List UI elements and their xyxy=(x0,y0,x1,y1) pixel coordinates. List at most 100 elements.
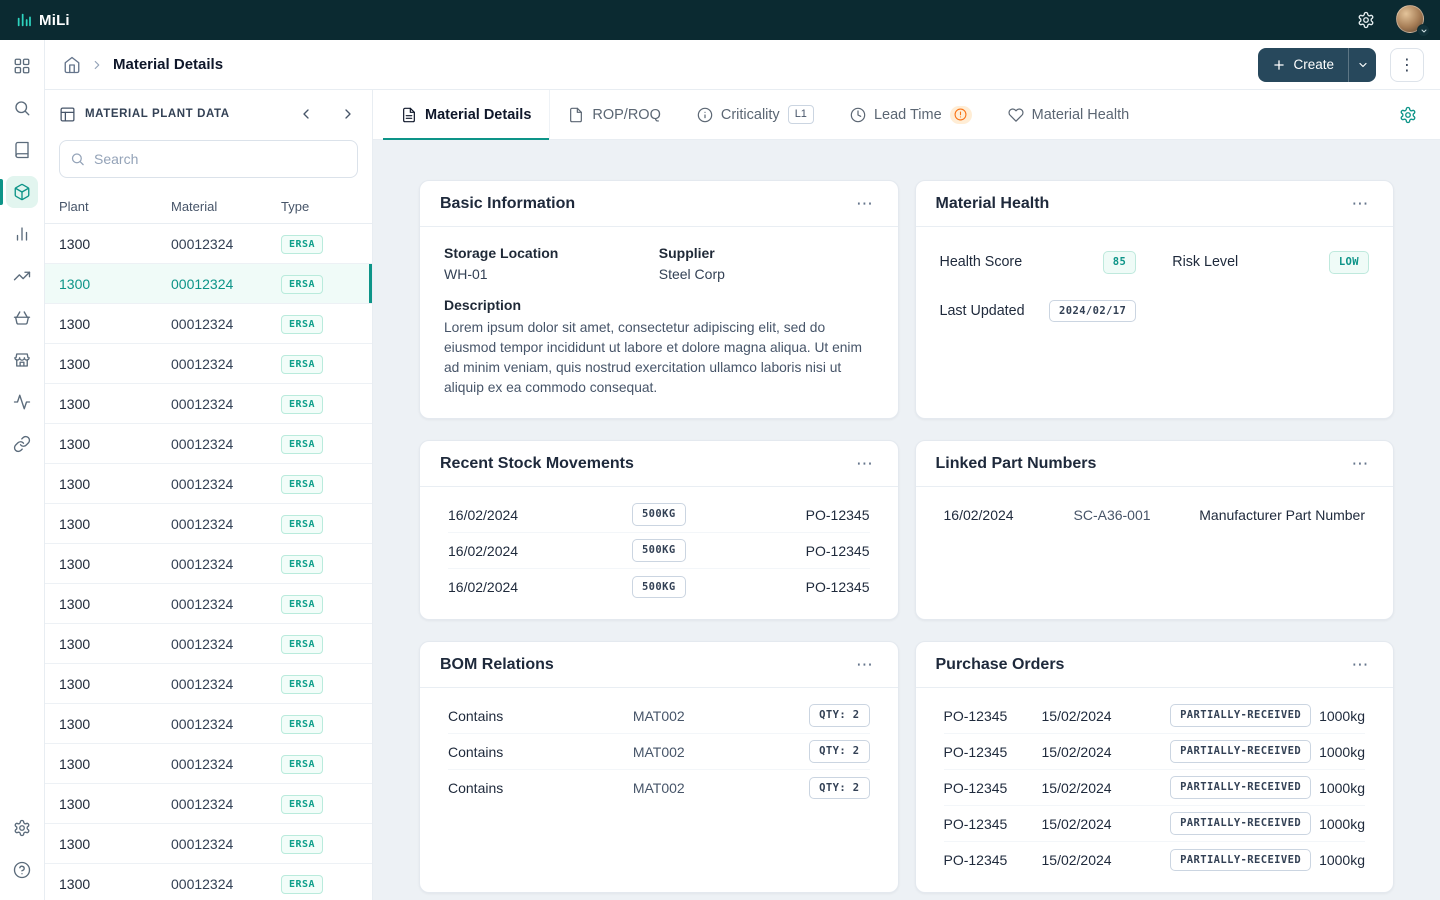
purchase-order-row[interactable]: PO-12345 15/02/2024 PARTIALLY-RECEIVED 1… xyxy=(943,698,1365,734)
bom-relations-list: Contains MAT002 QTY: 2 Contains MAT002 Q… xyxy=(420,688,898,820)
book-icon xyxy=(6,134,38,166)
table-row[interactable]: 1300 00012324 ERSA xyxy=(45,464,372,504)
card-material-health: Material Health ⋯ Health Score 85 Risk L… xyxy=(914,180,1394,419)
type-badge: ERSA xyxy=(281,474,324,494)
stat-label: Risk Level xyxy=(1172,254,1239,271)
bom-relation-type: Contains xyxy=(448,743,504,760)
tab-material-details[interactable]: Material Details xyxy=(383,90,551,140)
rail-item-help[interactable] xyxy=(0,850,44,890)
plant-cell: 1300 xyxy=(59,395,91,412)
table-row[interactable]: 1300 00012324 ERSA xyxy=(45,304,372,344)
bom-relation-row[interactable]: Contains MAT002 QTY: 2 xyxy=(448,698,870,734)
table-row[interactable]: 1300 00012324 ERSA xyxy=(45,544,372,584)
card-menu-button[interactable]: ⋯ xyxy=(1347,451,1373,477)
table-row[interactable]: 1300 00012324 ERSA xyxy=(45,864,372,900)
table-row[interactable]: 1300 00012324 ERSA xyxy=(45,704,372,744)
bom-relation-row[interactable]: Contains MAT002 QTY: 2 xyxy=(448,734,870,770)
stock-movement-row[interactable]: 16/02/2024 500KG PO-12345 xyxy=(448,569,870,605)
stat-label: Health Score xyxy=(939,254,1023,271)
table-row[interactable]: 1300 00012324 ERSA xyxy=(45,504,372,544)
linked-part-row[interactable]: 16/02/2024 SC-A36-001 Manufacturer Part … xyxy=(944,497,1366,533)
table-row[interactable]: 1300 00012324 ERSA xyxy=(45,424,372,464)
rail-item-catalog[interactable] xyxy=(0,130,44,170)
table-row[interactable]: 1300 00012324 ERSA xyxy=(45,344,372,384)
field-label: Supplier xyxy=(658,245,715,261)
create-button[interactable]: Create xyxy=(1258,48,1348,82)
rail-item-analytics[interactable] xyxy=(0,214,44,254)
cards-scroll-area[interactable]: Basic Information ⋯ Storage Location WH-… xyxy=(373,140,1440,900)
rail-item-materials[interactable] xyxy=(0,172,44,212)
plant-cell: 1300 xyxy=(59,515,91,532)
stat-value-badge: LOW xyxy=(1328,251,1369,274)
settings-gear-button[interactable] xyxy=(1352,6,1380,34)
po-status-badge: PARTIALLY-RECEIVED xyxy=(1170,848,1312,872)
card-title: Recent Stock Movements xyxy=(440,454,634,472)
rail-item-search[interactable] xyxy=(0,88,44,128)
material-cell: 00012324 xyxy=(171,635,234,652)
tab-lead-time[interactable]: Lead Time xyxy=(832,90,990,139)
create-dropdown-button[interactable] xyxy=(1348,47,1376,82)
table-row[interactable]: 1300 00012324 ERSA xyxy=(45,224,372,264)
material-cell: 00012324 xyxy=(171,675,234,692)
card-menu-button[interactable]: ⋯ xyxy=(852,191,878,217)
column-header-type: Type xyxy=(281,199,310,214)
panel-title: MATERIAL PLANT DATA xyxy=(85,108,230,120)
stock-movements-list: 16/02/2024 500KG PO-12345 16/02/2024 500… xyxy=(420,487,898,619)
purchase-order-row[interactable]: PO-12345 15/02/2024 PARTIALLY-RECEIVED 1… xyxy=(943,734,1365,770)
tab-material-health[interactable]: Material Health xyxy=(990,90,1148,139)
search-input[interactable] xyxy=(59,140,358,178)
type-badge: ERSA xyxy=(281,794,324,814)
more-options-button[interactable]: ⋮ xyxy=(1390,47,1424,82)
table-row[interactable]: 1300 00012324 ERSA xyxy=(45,384,372,424)
plant-cell: 1300 xyxy=(59,315,91,332)
purchase-order-row[interactable]: PO-12345 15/02/2024 PARTIALLY-RECEIVED 1… xyxy=(943,770,1365,806)
stat-item: Last Updated 2024/02/17 xyxy=(940,299,1137,323)
card-purchase-orders: Purchase Orders ⋯ PO-12345 15/02/2024 PA… xyxy=(914,641,1394,893)
table-row[interactable]: 1300 00012324 ERSA xyxy=(45,744,372,784)
table-row[interactable]: 1300 00012324 ERSA xyxy=(45,664,372,704)
tab-criticality[interactable]: Criticality L1 xyxy=(679,90,832,139)
movement-qty-badge: 500KG xyxy=(631,503,686,526)
card-menu-button[interactable]: ⋯ xyxy=(1347,652,1373,678)
table-row[interactable]: 1300 00012324 ERSA xyxy=(45,584,372,624)
stock-movement-row[interactable]: 16/02/2024 500KG PO-12345 xyxy=(448,497,870,533)
po-qty: 1000kg xyxy=(1319,852,1365,868)
table-row[interactable]: 1300 00012324 ERSA xyxy=(45,624,372,664)
rail-item-settings[interactable] xyxy=(0,808,44,848)
prev-page-button[interactable] xyxy=(296,104,316,124)
table-row[interactable]: 1300 00012324 ERSA xyxy=(45,784,372,824)
view-settings-button[interactable] xyxy=(1394,101,1422,129)
user-menu[interactable] xyxy=(1396,5,1430,37)
material-cell: 00012324 xyxy=(171,435,234,452)
rail-item-integrations[interactable] xyxy=(0,424,44,464)
card-menu-button[interactable]: ⋯ xyxy=(852,451,878,477)
type-badge: ERSA xyxy=(281,274,324,294)
material-cell: 00012324 xyxy=(171,835,234,852)
card-menu-button[interactable]: ⋯ xyxy=(1347,191,1373,217)
plant-cell: 1300 xyxy=(59,275,91,292)
po-number: PO-12345 xyxy=(943,707,1008,724)
next-page-button[interactable] xyxy=(338,104,358,124)
rail-item-trends[interactable] xyxy=(0,256,44,296)
po-number: PO-12345 xyxy=(943,743,1008,760)
warning-badge xyxy=(949,105,972,124)
rail-item-activity[interactable] xyxy=(0,382,44,422)
tab-rop-roq[interactable]: ROP/ROQ xyxy=(550,90,678,139)
stock-movement-row[interactable]: 16/02/2024 500KG PO-12345 xyxy=(448,533,870,569)
material-cell: 00012324 xyxy=(171,795,234,812)
bom-material: MAT002 xyxy=(632,743,685,760)
card-menu-button[interactable]: ⋯ xyxy=(852,652,878,678)
rail-item-store[interactable] xyxy=(0,340,44,380)
purchase-order-row[interactable]: PO-12345 15/02/2024 PARTIALLY-RECEIVED 1… xyxy=(943,806,1365,842)
bom-relation-row[interactable]: Contains MAT002 QTY: 2 xyxy=(448,770,870,806)
purchase-order-row[interactable]: PO-12345 15/02/2024 PARTIALLY-RECEIVED 1… xyxy=(944,842,1365,878)
po-date: 15/02/2024 xyxy=(1041,815,1112,832)
table-row[interactable]: 1300 00012324 ERSA xyxy=(45,264,372,304)
type-badge: ERSA xyxy=(281,314,324,334)
home-button[interactable] xyxy=(63,56,81,74)
table-row[interactable]: 1300 00012324 ERSA xyxy=(45,824,372,864)
rail-item-dashboard[interactable] xyxy=(0,46,44,86)
po-status-badge: PARTIALLY-RECEIVED xyxy=(1170,740,1312,763)
po-number: PO-12345 xyxy=(943,815,1008,832)
rail-item-procurement[interactable] xyxy=(0,298,44,338)
